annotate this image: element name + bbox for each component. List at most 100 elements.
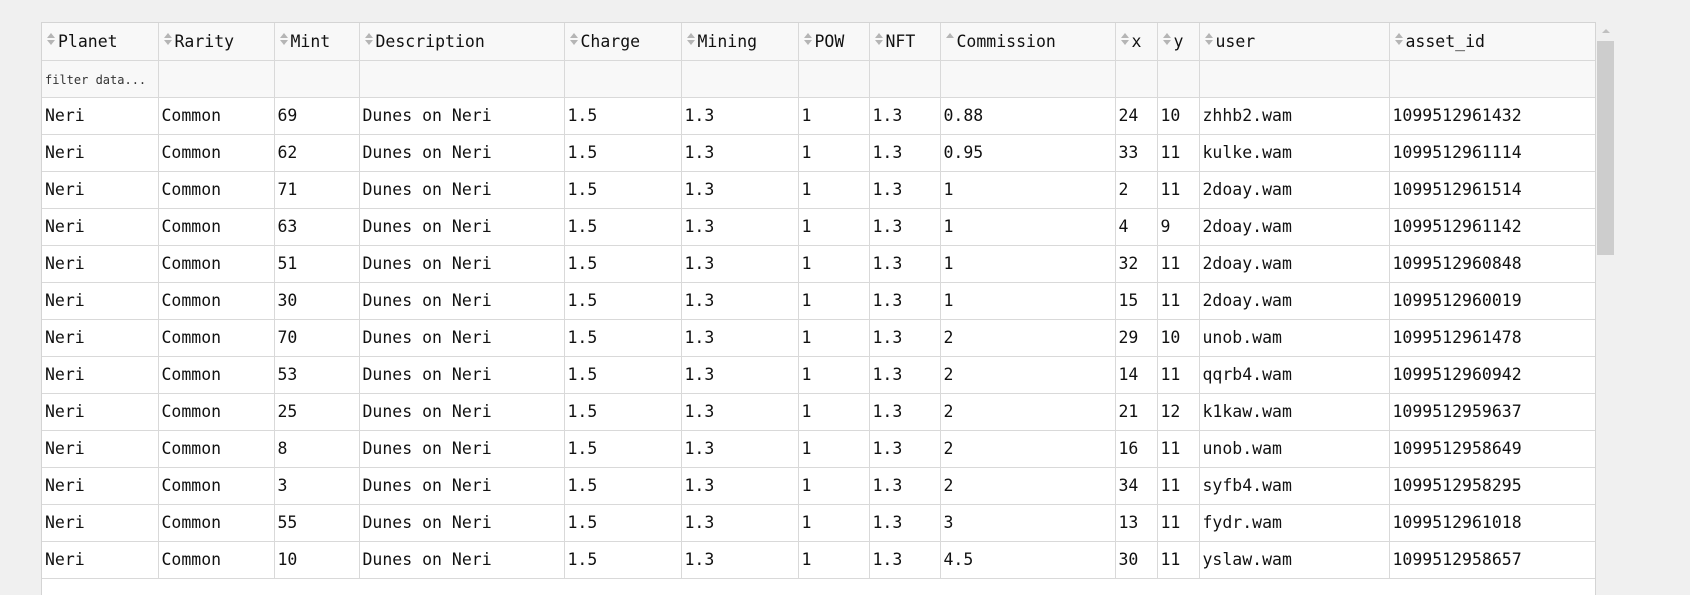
sort-icon[interactable] [162,32,174,48]
cell-x: 14 [1115,356,1158,394]
table-row[interactable]: Neri Common 71 Dunes on Neri 1.5 1.3 1 1.3 1 2 11 2… [42,171,1595,209]
column-header-label: x [1131,31,1142,51]
cell-rarity: Common [158,541,275,579]
table-row[interactable]: Neri Common 62 Dunes on Neri 1.5 1.3 1 1.3 0.95 3… [42,134,1595,172]
column-header-y[interactable]: y [1157,23,1200,61]
sort-down-arrow-icon [364,39,373,45]
cell-mining: 1.3 [681,467,799,505]
cell-nft: 1.3 [869,208,941,246]
vertical-scrollbar[interactable] [1597,22,1614,594]
cell-planet: Neri [42,541,159,579]
sort-icon[interactable] [873,32,885,48]
cell-user: yslaw.wam [1199,541,1390,579]
table-row[interactable]: Neri Common 30 Dunes on Neri 1.5 1.3 1 1.3 1 15 11… [42,282,1595,320]
column-header-planet[interactable]: Planet [42,23,159,61]
column-header-label: asset_id [1405,31,1485,51]
cell-x: 34 [1115,467,1158,505]
cell-rarity: Common [158,319,275,357]
cell-charge: 1.5 [564,208,682,246]
cell-rarity: Common [158,171,275,209]
cell-asset-id: 1099512961018 [1389,504,1595,542]
cell-planet: Neri [42,467,159,505]
table-row[interactable]: Neri Common 3 Dunes on Neri 1.5 1.3 1 1.3 2 34 11 s… [42,467,1595,505]
sort-up-arrow-icon [1204,32,1213,38]
cell-x: 15 [1115,282,1158,320]
column-header-nft[interactable]: NFT [869,23,941,61]
scroll-up-arrow-icon[interactable] [1602,29,1610,33]
cell-mining: 1.3 [681,430,799,468]
cell-description: Dunes on Neri [359,171,565,209]
cell-commission: 3 [940,504,1116,542]
sort-ascending-icon[interactable] [944,32,956,48]
cell-charge: 1.5 [564,430,682,468]
sort-icon[interactable] [685,32,697,48]
column-header-commission[interactable]: Commission [940,23,1116,61]
table-row[interactable]: Neri Common 53 Dunes on Neri 1.5 1.3 1 1.3 2 14 11… [42,356,1595,394]
column-header-charge[interactable]: Charge [564,23,682,61]
filter-data-input[interactable] [45,73,155,87]
cell-pow: 1 [798,541,870,579]
column-header-user[interactable]: user [1199,23,1390,61]
column-header-asset-id[interactable]: asset_id [1389,23,1595,61]
filter-cell-y [1157,60,1200,98]
table-row[interactable]: Neri Common 70 Dunes on Neri 1.5 1.3 1 1.3 2 29 10… [42,319,1595,357]
cell-description: Dunes on Neri [359,541,565,579]
column-header-mint[interactable]: Mint [274,23,360,61]
cell-mining: 1.3 [681,356,799,394]
sort-down-arrow-icon [1394,39,1403,45]
cell-asset-id: 1099512958657 [1389,541,1595,579]
table-row[interactable]: Neri Common 8 Dunes on Neri 1.5 1.3 1 1.3 2 16 11 u… [42,430,1595,468]
filter-cell-pow [798,60,870,98]
cell-charge: 1.5 [564,134,682,172]
cell-mint: 30 [274,282,360,320]
cell-charge: 1.5 [564,504,682,542]
cell-commission: 0.95 [940,134,1116,172]
cell-rarity: Common [158,134,275,172]
sort-down-arrow-icon [1162,39,1171,45]
table-row[interactable]: Neri Common 69 Dunes on Neri 1.5 1.3 1 1.3 0.88 2… [42,97,1595,135]
cell-commission: 4.5 [940,541,1116,579]
cell-asset-id: 1099512961432 [1389,97,1595,135]
sort-icon[interactable] [363,32,375,48]
cell-asset-id: 1099512961514 [1389,171,1595,209]
cell-user: 2doay.wam [1199,245,1390,283]
cell-charge: 1.5 [564,393,682,431]
sort-icon[interactable] [1203,32,1215,48]
sort-icon[interactable] [1393,32,1405,48]
sort-icon[interactable] [568,32,580,48]
cell-commission: 1 [940,171,1116,209]
cell-mint: 3 [274,467,360,505]
column-header-description[interactable]: Description [359,23,565,61]
cell-planet: Neri [42,171,159,209]
column-header-label: Rarity [174,31,235,51]
cell-planet: Neri [42,134,159,172]
sort-icon[interactable] [1119,32,1131,48]
table-row[interactable]: Neri Common 51 Dunes on Neri 1.5 1.3 1 1.3 1 32 11… [42,245,1595,283]
column-header-pow[interactable]: POW [798,23,870,61]
table-row[interactable]: Neri Common 55 Dunes on Neri 1.5 1.3 1 1.3 3 13 11… [42,504,1595,542]
sort-icon[interactable] [278,32,290,48]
sort-up-arrow-icon [686,32,695,38]
cell-nft: 1.3 [869,356,941,394]
sort-icon[interactable] [1161,32,1173,48]
column-header-mining[interactable]: Mining [681,23,799,61]
column-header-rarity[interactable]: Rarity [158,23,275,61]
table-row[interactable]: Neri Common 63 Dunes on Neri 1.5 1.3 1 1.3 1 4 9 2d… [42,208,1595,246]
cell-rarity: Common [158,97,275,135]
cell-mining: 1.3 [681,208,799,246]
cell-pow: 1 [798,208,870,246]
sort-icon[interactable] [802,32,814,48]
cell-charge: 1.5 [564,319,682,357]
cell-x: 13 [1115,504,1158,542]
filter-cell-planet[interactable] [42,60,159,98]
cell-planet: Neri [42,208,159,246]
cell-user: kulke.wam [1199,134,1390,172]
table-row[interactable]: Neri Common 25 Dunes on Neri 1.5 1.3 1 1.3 2 21 12… [42,393,1595,431]
column-header-x[interactable]: x [1115,23,1158,61]
cell-mining: 1.3 [681,541,799,579]
cell-planet: Neri [42,282,159,320]
scrollbar-thumb[interactable] [1597,41,1614,255]
cell-rarity: Common [158,356,275,394]
table-row[interactable]: Neri Common 10 Dunes on Neri 1.5 1.3 1 1.3 4.5 30… [42,541,1595,579]
sort-icon[interactable] [45,32,57,48]
